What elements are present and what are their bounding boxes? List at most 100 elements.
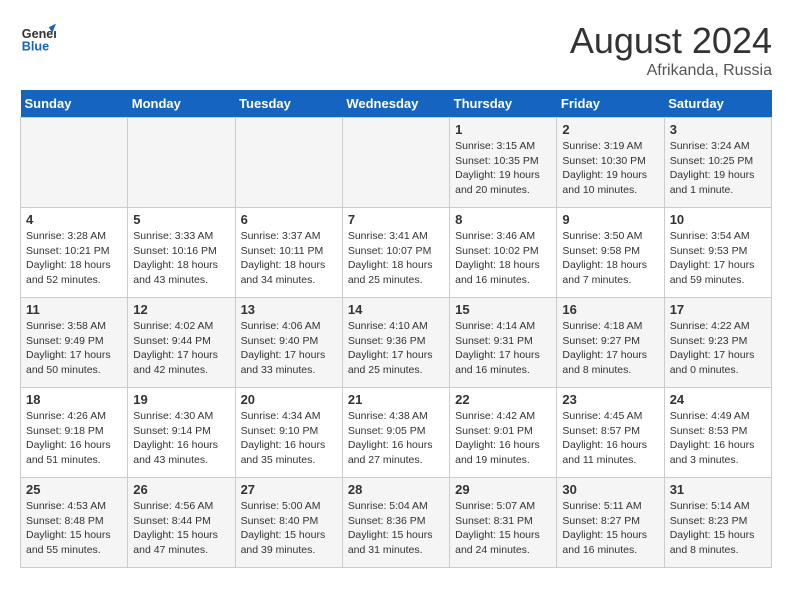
day-info: Sunrise: 3:33 AM Sunset: 10:16 PM Daylig… (133, 229, 229, 288)
col-header-monday: Monday (128, 90, 235, 118)
calendar-table: SundayMondayTuesdayWednesdayThursdayFrid… (20, 90, 772, 568)
day-info: Sunrise: 5:00 AM Sunset: 8:40 PM Dayligh… (241, 499, 337, 558)
col-header-thursday: Thursday (450, 90, 557, 118)
calendar-cell: 19Sunrise: 4:30 AM Sunset: 9:14 PM Dayli… (128, 388, 235, 478)
calendar-cell: 29 Sunrise: 5:07 AM Sunset: 8:31 PM Dayli… (450, 478, 557, 568)
col-header-sunday: Sunday (21, 90, 128, 118)
day-info: Sunrise: 4:06 AM Sunset: 9:40 PM Dayligh… (241, 319, 337, 378)
calendar-cell: 7 Sunrise: 3:41 AM Sunset: 10:07 PM Dayli… (342, 208, 449, 298)
day-number: 23 (562, 392, 658, 407)
day-info: Sunrise: 4:02 AM Sunset: 9:44 PM Dayligh… (133, 319, 229, 378)
day-info: Sunrise: 3:15 AM Sunset: 10:35 PM Daylig… (455, 139, 551, 198)
day-info: Sunrise: 3:46 AM Sunset: 10:02 PM Daylig… (455, 229, 551, 288)
day-info: Sunrise: 4:10 AM Sunset: 9:36 PM Dayligh… (348, 319, 444, 378)
day-info: Sunrise: 4:30 AM Sunset: 9:14 PM Dayligh… (133, 409, 229, 468)
calendar-cell: 30 Sunrise: 5:11 AM Sunset: 8:27 PM Dayli… (557, 478, 664, 568)
day-info: Sunrise: 4:53 AM Sunset: 8:48 PM Dayligh… (26, 499, 122, 558)
day-number: 26 (133, 482, 229, 497)
day-number: 22 (455, 392, 551, 407)
calendar-cell: 1Sunrise: 3:15 AM Sunset: 10:35 PM Dayli… (450, 118, 557, 208)
calendar-cell: 24Sunrise: 4:49 AM Sunset: 8:53 PM Dayli… (664, 388, 771, 478)
day-number: 5 (133, 212, 229, 227)
day-number: 21 (348, 392, 444, 407)
logo-icon: General Blue (20, 20, 56, 56)
day-number: 7 (348, 212, 444, 227)
day-number: 18 (26, 392, 122, 407)
day-info: Sunrise: 4:34 AM Sunset: 9:10 PM Dayligh… (241, 409, 337, 468)
week-row-5: 25 Sunrise: 4:53 AM Sunset: 8:48 PM Dayli… (21, 478, 772, 568)
page-header: General Blue August 2024 Afrikanda, Russ… (20, 20, 772, 80)
day-number: 11 (26, 302, 122, 317)
day-number: 29 (455, 482, 551, 497)
day-number: 27 (241, 482, 337, 497)
day-info: Sunrise: 4:49 AM Sunset: 8:53 PM Dayligh… (670, 409, 766, 468)
subtitle: Afrikanda, Russia (570, 62, 772, 80)
day-number: 31 (670, 482, 766, 497)
calendar-cell: 4Sunrise: 3:28 AM Sunset: 10:21 PM Dayli… (21, 208, 128, 298)
day-number: 17 (670, 302, 766, 317)
calendar-cell: 28Sunrise: 5:04 AM Sunset: 8:36 PM Dayli… (342, 478, 449, 568)
day-number: 3 (670, 122, 766, 137)
col-header-wednesday: Wednesday (342, 90, 449, 118)
day-info: Sunrise: 3:58 AM Sunset: 9:49 PM Dayligh… (26, 319, 122, 378)
svg-text:Blue: Blue (22, 40, 49, 54)
day-number: 8 (455, 212, 551, 227)
day-number: 6 (241, 212, 337, 227)
day-info: Sunrise: 5:14 AM Sunset: 8:23 PM Dayligh… (670, 499, 766, 558)
calendar-cell: 31 Sunrise: 5:14 AM Sunset: 8:23 PM Dayli… (664, 478, 771, 568)
header-row: SundayMondayTuesdayWednesdayThursdayFrid… (21, 90, 772, 118)
day-info: Sunrise: 4:22 AM Sunset: 9:23 PM Dayligh… (670, 319, 766, 378)
col-header-friday: Friday (557, 90, 664, 118)
calendar-cell: 21 Sunrise: 4:38 AM Sunset: 9:05 PM Dayli… (342, 388, 449, 478)
calendar-cell: 12 Sunrise: 4:02 AM Sunset: 9:44 PM Dayli… (128, 298, 235, 388)
day-info: Sunrise: 4:14 AM Sunset: 9:31 PM Dayligh… (455, 319, 551, 378)
calendar-cell: 9Sunrise: 3:50 AM Sunset: 9:58 PM Daylig… (557, 208, 664, 298)
day-number: 14 (348, 302, 444, 317)
calendar-cell: 17 Sunrise: 4:22 AM Sunset: 9:23 PM Dayli… (664, 298, 771, 388)
day-info: Sunrise: 4:42 AM Sunset: 9:01 PM Dayligh… (455, 409, 551, 468)
calendar-cell (235, 118, 342, 208)
calendar-cell: 25 Sunrise: 4:53 AM Sunset: 8:48 PM Dayli… (21, 478, 128, 568)
day-number: 16 (562, 302, 658, 317)
day-number: 12 (133, 302, 229, 317)
calendar-cell: 10Sunrise: 3:54 AM Sunset: 9:53 PM Dayli… (664, 208, 771, 298)
calendar-cell: 18 Sunrise: 4:26 AM Sunset: 9:18 PM Dayli… (21, 388, 128, 478)
day-info: Sunrise: 4:18 AM Sunset: 9:27 PM Dayligh… (562, 319, 658, 378)
week-row-4: 18 Sunrise: 4:26 AM Sunset: 9:18 PM Dayli… (21, 388, 772, 478)
calendar-cell: 11 Sunrise: 3:58 AM Sunset: 9:49 PM Dayli… (21, 298, 128, 388)
day-number: 25 (26, 482, 122, 497)
calendar-cell: 5 Sunrise: 3:33 AM Sunset: 10:16 PM Dayli… (128, 208, 235, 298)
calendar-cell (128, 118, 235, 208)
calendar-cell: 2 Sunrise: 3:19 AM Sunset: 10:30 PM Dayli… (557, 118, 664, 208)
day-info: Sunrise: 3:28 AM Sunset: 10:21 PM Daylig… (26, 229, 122, 288)
week-row-3: 11 Sunrise: 3:58 AM Sunset: 9:49 PM Dayli… (21, 298, 772, 388)
main-title: August 2024 (570, 20, 772, 62)
day-number: 13 (241, 302, 337, 317)
day-info: Sunrise: 3:19 AM Sunset: 10:30 PM Daylig… (562, 139, 658, 198)
day-number: 10 (670, 212, 766, 227)
day-number: 30 (562, 482, 658, 497)
calendar-cell: 23Sunrise: 4:45 AM Sunset: 8:57 PM Dayli… (557, 388, 664, 478)
col-header-saturday: Saturday (664, 90, 771, 118)
day-info: Sunrise: 3:24 AM Sunset: 10:25 PM Daylig… (670, 139, 766, 198)
day-info: Sunrise: 3:41 AM Sunset: 10:07 PM Daylig… (348, 229, 444, 288)
calendar-cell: 13 Sunrise: 4:06 AM Sunset: 9:40 PM Dayli… (235, 298, 342, 388)
day-info: Sunrise: 4:56 AM Sunset: 8:44 PM Dayligh… (133, 499, 229, 558)
day-info: Sunrise: 5:07 AM Sunset: 8:31 PM Dayligh… (455, 499, 551, 558)
day-info: Sunrise: 3:50 AM Sunset: 9:58 PM Dayligh… (562, 229, 658, 288)
day-info: Sunrise: 4:26 AM Sunset: 9:18 PM Dayligh… (26, 409, 122, 468)
day-info: Sunrise: 5:11 AM Sunset: 8:27 PM Dayligh… (562, 499, 658, 558)
col-header-tuesday: Tuesday (235, 90, 342, 118)
calendar-cell: 26 Sunrise: 4:56 AM Sunset: 8:44 PM Dayli… (128, 478, 235, 568)
week-row-1: 1Sunrise: 3:15 AM Sunset: 10:35 PM Dayli… (21, 118, 772, 208)
day-number: 20 (241, 392, 337, 407)
day-number: 28 (348, 482, 444, 497)
calendar-cell: 16 Sunrise: 4:18 AM Sunset: 9:27 PM Dayli… (557, 298, 664, 388)
day-info: Sunrise: 3:37 AM Sunset: 10:11 PM Daylig… (241, 229, 337, 288)
calendar-cell: 14 Sunrise: 4:10 AM Sunset: 9:36 PM Dayli… (342, 298, 449, 388)
title-block: August 2024 Afrikanda, Russia (570, 20, 772, 80)
day-info: Sunrise: 4:38 AM Sunset: 9:05 PM Dayligh… (348, 409, 444, 468)
day-number: 2 (562, 122, 658, 137)
week-row-2: 4Sunrise: 3:28 AM Sunset: 10:21 PM Dayli… (21, 208, 772, 298)
calendar-cell: 8 Sunrise: 3:46 AM Sunset: 10:02 PM Dayli… (450, 208, 557, 298)
